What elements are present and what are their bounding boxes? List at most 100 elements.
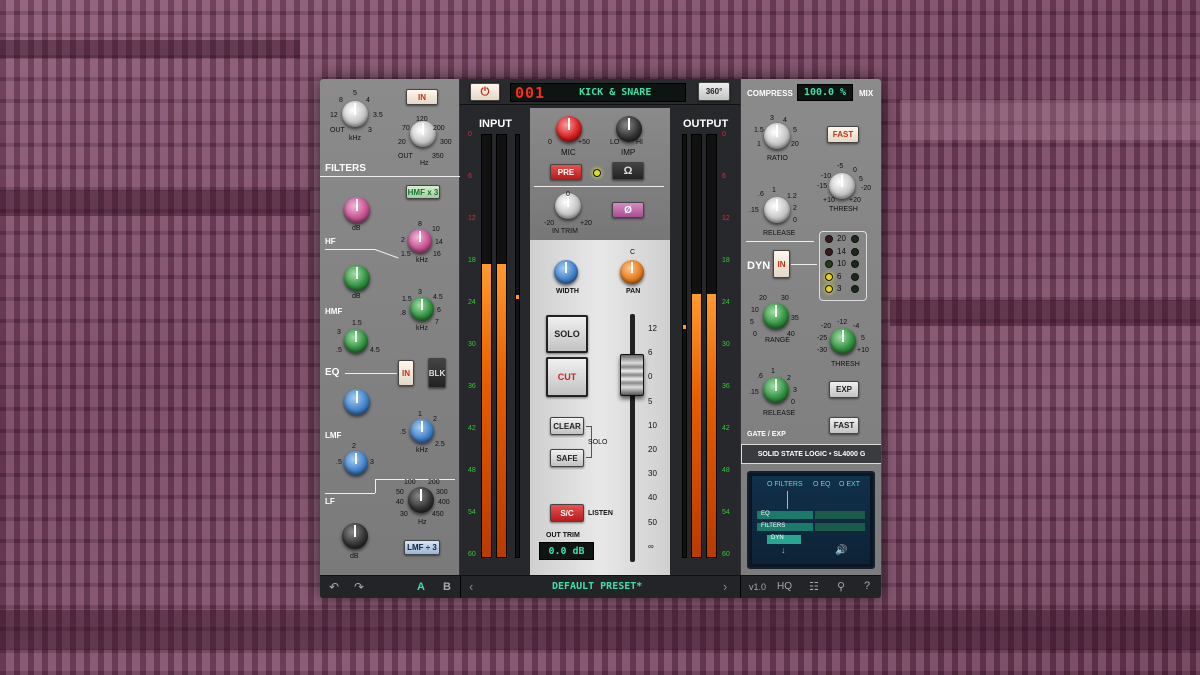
gate-range-knob[interactable] [763, 303, 789, 329]
lmf-freq-knob[interactable] [410, 419, 434, 443]
hpf-knob[interactable] [342, 101, 368, 127]
gate-exp-label: GATE / EXP [747, 431, 786, 438]
power-button[interactable]: ⏻ [470, 83, 500, 101]
b-compare-button[interactable]: B [443, 581, 451, 593]
hf-gain-knob[interactable] [344, 197, 370, 223]
knob-scale: 35 [791, 315, 799, 322]
width-knob[interactable] [554, 260, 578, 284]
knob-scale: 5 [750, 319, 754, 326]
eq-filters-panel: 5 8 4 12 3.5 OUT 3 kHz IN 120 70 200 20 … [320, 79, 460, 575]
chevron-right-icon[interactable]: › [723, 579, 727, 594]
comp-fast-button[interactable]: FAST [827, 126, 859, 143]
meter-scale-label: 48 [468, 467, 476, 474]
view-360-button[interactable]: 360° [698, 82, 730, 101]
fader-scale-label: 0 [648, 372, 653, 382]
knob-scale: 1 [771, 368, 775, 375]
sliders-icon[interactable]: ☷ [809, 580, 819, 593]
sidechain-listen-button[interactable]: S/C [550, 504, 584, 522]
clear-button[interactable]: CLEAR [550, 417, 584, 435]
background-decoration [0, 40, 300, 58]
hmf-x3-button[interactable]: HMF x 3 [406, 185, 440, 199]
knob-scale: 1.5 [352, 320, 362, 327]
routing-tab-ext[interactable]: O EXT [839, 481, 860, 488]
meter-scale-label: 36 [722, 383, 730, 390]
gate-thresh-knob[interactable] [830, 328, 856, 354]
lmf-q-knob[interactable] [344, 389, 370, 415]
hq-button[interactable]: HQ [777, 581, 792, 592]
knob-scale: 0 [566, 191, 570, 198]
hmf-q-knob[interactable] [344, 329, 368, 353]
pan-knob[interactable] [620, 260, 644, 284]
routing-item[interactable]: DYN [767, 535, 801, 544]
help-icon[interactable]: ? [864, 580, 870, 592]
meter-scale-label: 60 [468, 551, 476, 558]
pre-button[interactable]: PRE [550, 164, 582, 180]
chevron-left-icon[interactable]: ‹ [469, 579, 473, 594]
meter-scale-label: 30 [468, 341, 476, 348]
knob-unit: dB [352, 293, 361, 300]
meter-scale-label: 30 [722, 341, 730, 348]
knob-scale: 100 [404, 479, 416, 486]
fader-scale-label: 50 [648, 517, 657, 527]
knob-scale: -20 [544, 220, 555, 227]
knob-scale: -25 [817, 335, 828, 342]
out-trim-display[interactable]: 0.0 dB [539, 542, 594, 560]
gr-led [851, 260, 859, 268]
knob-scale: 20 [791, 141, 799, 148]
knob-scale: +10 [823, 197, 835, 204]
routing-item[interactable]: EQ [757, 511, 813, 519]
output-peak-meter [682, 134, 687, 558]
routing-display[interactable]: O FILTERS O EQ O EXT EQ FILTERS DYN ↓ 🔊 [747, 471, 875, 569]
preset-display: 001 KICK & SNARE [510, 83, 686, 102]
redo-icon[interactable]: ↷ [354, 580, 364, 594]
eq-in-button[interactable]: IN [398, 360, 414, 386]
ohm-button[interactable]: Ω [612, 162, 644, 180]
safe-button[interactable]: SAFE [550, 449, 584, 467]
lmf-gain-knob[interactable] [344, 451, 368, 475]
solo-button[interactable]: SOLO [546, 315, 588, 353]
knob-scale: 3 [370, 459, 374, 466]
filters-in-button[interactable]: IN [406, 89, 438, 105]
preset-number: 001 [515, 83, 546, 102]
input-meter-right [496, 134, 507, 558]
lf-gain-knob[interactable] [342, 523, 368, 549]
knob-scale: 5 [793, 127, 797, 134]
knob-scale: +10 [857, 347, 869, 354]
dyn-in-button[interactable]: IN [773, 250, 790, 278]
routing-item-label: EQ [761, 511, 770, 517]
fader-cap[interactable] [620, 354, 644, 397]
routing-tab-filters[interactable]: O FILTERS [767, 481, 803, 488]
mix-display[interactable]: 100.0 % [797, 84, 853, 101]
phase-button[interactable]: Ø [612, 202, 644, 218]
cut-button[interactable]: CUT [546, 357, 588, 397]
knob-unit: kHz [416, 325, 429, 332]
eq-blk-button[interactable]: BLK [428, 358, 446, 388]
lmf-x3-button[interactable]: LMF ÷ 3 [404, 540, 440, 555]
comp-release-knob[interactable] [764, 197, 790, 223]
gate-release-knob[interactable] [763, 377, 789, 403]
knob-scale: C [630, 249, 636, 256]
routing-item[interactable]: FILTERS [757, 523, 813, 531]
search-icon[interactable]: ⚲ [837, 580, 845, 593]
hmf-gain-knob[interactable] [344, 265, 370, 291]
a-compare-button[interactable]: A [417, 581, 425, 593]
gate-range-label: RANGE [765, 337, 790, 344]
preset-name[interactable]: KICK & SNARE [579, 87, 651, 98]
hmf-freq-knob[interactable] [410, 297, 434, 321]
undo-icon[interactable]: ↶ [329, 580, 339, 594]
comp-thresh-knob[interactable] [829, 173, 855, 199]
preset-browser[interactable]: DEFAULT PRESET* [552, 581, 642, 592]
routing-tab-eq[interactable]: O EQ [813, 481, 831, 488]
knob-scale: +20 [849, 197, 861, 204]
gate-fast-button[interactable]: FAST [829, 417, 859, 434]
knob-scale: 0 [791, 399, 795, 406]
ratio-knob[interactable] [764, 123, 790, 149]
exp-button[interactable]: EXP [829, 381, 859, 398]
lf-freq-knob[interactable] [408, 487, 434, 513]
hf-freq-knob[interactable] [408, 229, 432, 253]
output-label: OUTPUT [683, 118, 729, 130]
knob-scale: 16 [433, 251, 441, 258]
knob-unit: kHz [416, 257, 429, 264]
meter-scale-label: 60 [722, 551, 730, 558]
divider [746, 241, 814, 242]
